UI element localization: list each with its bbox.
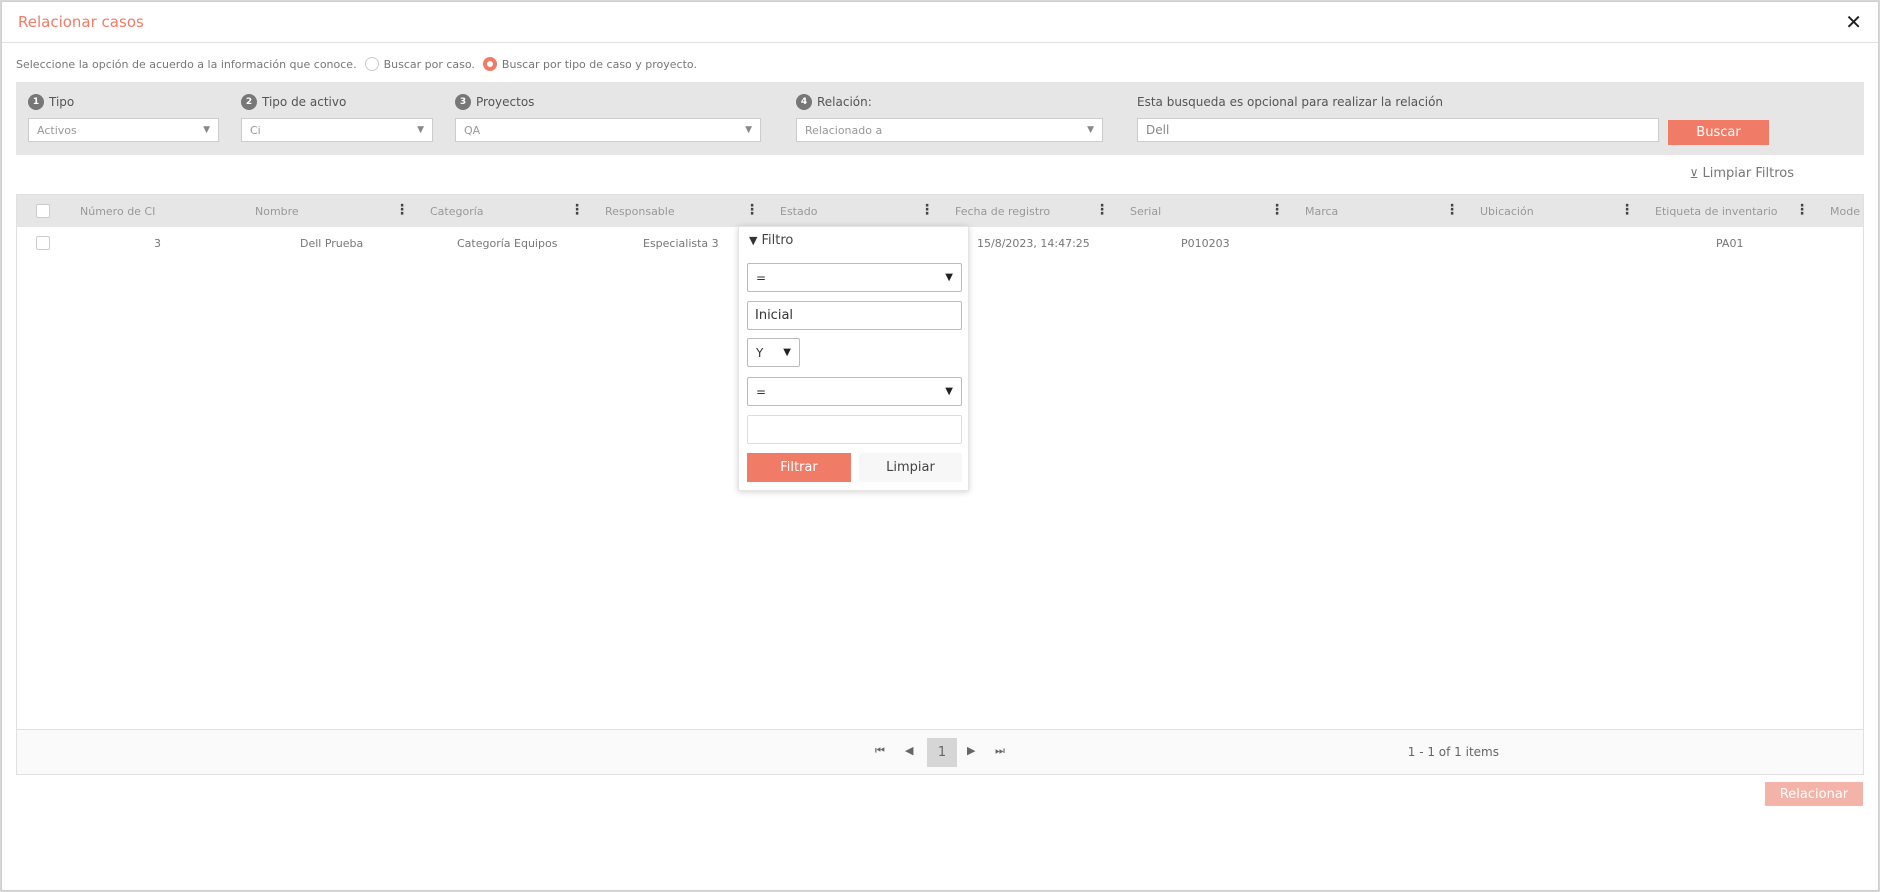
grid-header: Número de CI Nombre ⋮ Categoría ⋮ Respon… xyxy=(17,195,1863,227)
clear-filter-icon: ⊻ xyxy=(1689,166,1699,181)
column-menu-icon[interactable]: ⋮ xyxy=(395,203,409,217)
modal-title: Relacionar casos xyxy=(18,13,144,31)
column-header[interactable]: Marca xyxy=(1305,195,1338,227)
column-menu-icon[interactable]: ⋮ xyxy=(1445,203,1459,217)
cell-categoria: Categoría Equipos xyxy=(457,236,558,250)
relacionar-button[interactable]: Relacionar xyxy=(1765,782,1863,806)
filter-tipo: 1 Tipo Activos ▼ xyxy=(28,94,219,142)
select-all-checkbox[interactable] xyxy=(36,204,50,218)
tipo-select-value: Activos xyxy=(37,123,77,137)
column-menu-icon[interactable]: ⋮ xyxy=(570,203,584,217)
logic-select[interactable]: Y ▼ xyxy=(747,338,800,367)
operator1-value: = xyxy=(756,270,767,285)
chevron-down-icon: ▼ xyxy=(1087,125,1094,135)
column-menu-icon[interactable]: ⋮ xyxy=(1620,203,1634,217)
chevron-down-icon: ▼ xyxy=(203,125,210,135)
limpiar-filtros-label: Limpiar Filtros xyxy=(1702,166,1794,181)
first-page-icon[interactable]: ⏮ xyxy=(875,744,885,758)
cell-nombre: Dell Prueba xyxy=(300,236,364,250)
logic-value: Y xyxy=(756,345,764,360)
current-page[interactable]: 1 xyxy=(927,738,957,767)
optional-search-input[interactable] xyxy=(1137,118,1659,142)
column-menu-icon[interactable]: ⋮ xyxy=(920,203,934,217)
filter-popup-title: ▼ Filtro xyxy=(749,233,793,248)
tipo-activo-select-value: Ci xyxy=(250,123,261,137)
chevron-down-icon: ▼ xyxy=(945,386,953,397)
radio-buscar-por-tipo[interactable]: Buscar por tipo de caso y proyecto. xyxy=(482,57,697,71)
radio-selected-icon[interactable] xyxy=(482,57,497,71)
cell-fecha: 15/8/2023, 14:47:25 xyxy=(977,236,1090,250)
chevron-down-icon: ▼ xyxy=(945,272,953,283)
last-page-icon[interactable]: ⏭ xyxy=(995,744,1005,758)
column-header[interactable]: Serial xyxy=(1130,195,1161,227)
column-header[interactable]: Ubicación xyxy=(1480,195,1534,227)
step-badge: 1 xyxy=(28,94,44,110)
column-menu-icon[interactable]: ⋮ xyxy=(1795,203,1809,217)
next-page-icon[interactable]: ▶ xyxy=(967,744,975,757)
filtrar-button[interactable]: Filtrar xyxy=(747,453,851,482)
filter-proyectos: 3 Proyectos QA ▼ xyxy=(455,94,761,142)
proyectos-select[interactable]: QA ▼ xyxy=(455,118,761,142)
filter-popup-title-label: Filtro xyxy=(761,233,794,248)
chevron-down-icon: ▼ xyxy=(745,125,752,135)
close-icon[interactable]: ✕ xyxy=(1845,10,1862,34)
filter-value1-input[interactable] xyxy=(747,301,962,330)
column-header[interactable]: Categoría xyxy=(430,195,484,227)
pager-info: 1 - 1 of 1 items xyxy=(1407,745,1499,759)
filter-optional: Esta busqueda es opcional para realizar … xyxy=(1137,94,1659,142)
chevron-down-icon: ▼ xyxy=(417,125,424,135)
column-filter-popup: ▼ Filtro = ▼ Y ▼ = ▼ Filtrar Limpiar xyxy=(738,226,969,491)
buscar-button[interactable]: Buscar xyxy=(1668,120,1769,145)
proyectos-select-value: QA xyxy=(464,123,481,137)
step-badge: 2 xyxy=(241,94,257,110)
operator1-select[interactable]: = ▼ xyxy=(747,263,962,292)
column-header[interactable]: Número de CI xyxy=(80,195,155,227)
step-badge: 3 xyxy=(455,94,471,110)
column-header[interactable]: Responsable xyxy=(605,195,675,227)
pager: ⏮ ◀ 1 ▶ ⏭ 1 - 1 of 1 items xyxy=(16,729,1864,775)
filter-bar: 1 Tipo Activos ▼ 2 Tipo de activo Ci ▼ 3 Proy… xyxy=(16,82,1864,155)
operator2-value: = xyxy=(756,384,767,399)
filter-value2-input[interactable] xyxy=(747,415,962,444)
optional-search-label: Esta busqueda es opcional para realizar … xyxy=(1137,95,1444,109)
column-header[interactable]: Mode xyxy=(1830,195,1860,227)
filter-tipo-activo: 2 Tipo de activo Ci ▼ xyxy=(241,94,433,142)
relacion-select[interactable]: Relacionado a ▼ xyxy=(796,118,1103,142)
modal-header: Relacionar casos ✕ xyxy=(2,2,1878,43)
step-badge: 4 xyxy=(796,94,812,110)
search-mode-prompt: Seleccione la opción de acuerdo a la inf… xyxy=(16,57,357,71)
row-checkbox[interactable] xyxy=(36,236,50,250)
cell-serial: P010203 xyxy=(1181,236,1230,250)
relacion-select-value: Relacionado a xyxy=(805,123,883,137)
limpiar-filtros-button[interactable]: ⊻ Limpiar Filtros xyxy=(1690,166,1794,181)
prev-page-icon[interactable]: ◀ xyxy=(905,744,913,757)
radio-buscar-por-caso[interactable]: Buscar por caso. xyxy=(364,57,475,71)
tipo-activo-select[interactable]: Ci ▼ xyxy=(241,118,433,142)
filter-tipo-label: Tipo xyxy=(49,95,75,109)
tipo-select[interactable]: Activos ▼ xyxy=(28,118,219,142)
column-header[interactable]: Fecha de registro xyxy=(955,195,1050,227)
cell-responsable: Especialista 3 xyxy=(643,236,719,250)
column-menu-icon[interactable]: ⋮ xyxy=(745,203,759,217)
filter-relacion-label: Relación: xyxy=(817,95,872,109)
chevron-down-icon: ▼ xyxy=(783,347,791,358)
radio-label: Buscar por caso. xyxy=(383,57,475,71)
funnel-icon: ▼ xyxy=(749,234,758,247)
filter-tipo-activo-label: Tipo de activo xyxy=(262,95,347,109)
filter-proyectos-label: Proyectos xyxy=(476,95,535,109)
radio-label: Buscar por tipo de caso y proyecto. xyxy=(501,57,697,71)
cell-etiqueta: PA01 xyxy=(1716,236,1744,250)
filter-relacion: 4 Relación: Relacionado a ▼ xyxy=(796,94,1103,142)
column-header[interactable]: Nombre xyxy=(255,195,299,227)
column-menu-icon[interactable]: ⋮ xyxy=(1095,203,1109,217)
operator2-select[interactable]: = ▼ xyxy=(747,377,962,406)
column-header[interactable]: Etiqueta de inventario xyxy=(1655,195,1777,227)
search-mode: Seleccione la opción de acuerdo a la inf… xyxy=(16,57,697,71)
column-header[interactable]: Estado xyxy=(780,195,817,227)
radio-icon[interactable] xyxy=(364,57,379,71)
cell-numero: 3 xyxy=(154,236,161,250)
column-menu-icon[interactable]: ⋮ xyxy=(1270,203,1284,217)
limpiar-button[interactable]: Limpiar xyxy=(859,453,962,482)
